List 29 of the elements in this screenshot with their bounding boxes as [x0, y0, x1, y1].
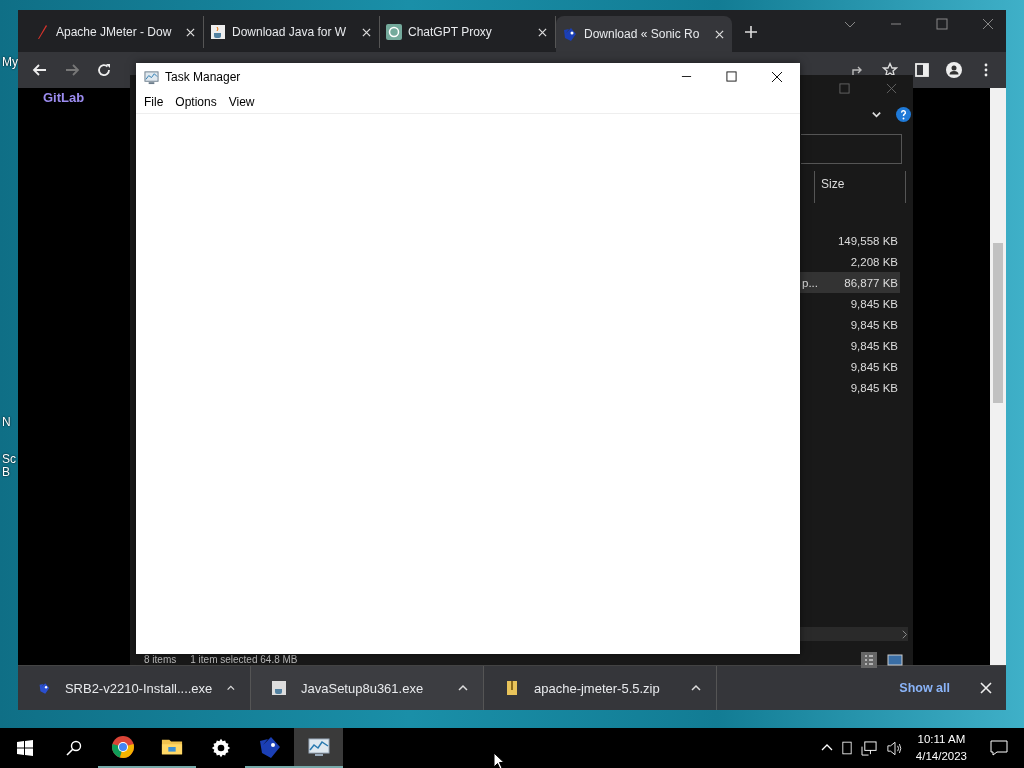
- menu-item[interactable]: Options: [175, 95, 217, 109]
- browser-tab[interactable]: ChatGPT Proxy: [380, 16, 556, 48]
- file-row[interactable]: 9,845 KB: [800, 356, 900, 377]
- desktop-icon-label[interactable]: Sc: [2, 452, 16, 466]
- browser-tab[interactable]: Apache JMeter - Dow: [28, 16, 204, 48]
- file-row[interactable]: 9,845 KB: [800, 293, 900, 314]
- page-link[interactable]: GitLab: [43, 90, 85, 105]
- file-row[interactable]: p... 86,877 KB: [800, 272, 900, 293]
- column-header[interactable]: Size: [821, 177, 845, 191]
- file-row[interactable]: 9,845 KB: [800, 314, 900, 335]
- status-text: 8 items: [144, 654, 177, 665]
- desktop-icon-label[interactable]: My: [2, 55, 18, 69]
- browser-tab[interactable]: Download « Sonic Ro: [556, 16, 732, 52]
- file-row[interactable]: 9,845 KB: [800, 335, 900, 356]
- show-all-link[interactable]: Show all: [899, 681, 950, 695]
- status-text: 1 item selected 64.8 MB: [190, 654, 298, 665]
- browser-tab[interactable]: Download Java for W: [204, 16, 380, 48]
- file-row[interactable]: 149,558 KB: [800, 230, 900, 251]
- desktop-icon-label[interactable]: N: [2, 415, 11, 429]
- file-row[interactable]: 2,208 KB: [800, 251, 900, 272]
- menu-item[interactable]: View: [228, 95, 255, 109]
- clock-time[interactable]: 10:11 AM: [917, 731, 966, 748]
- clock-date[interactable]: 4/14/2023: [915, 748, 967, 765]
- window-title: Task Manager: [165, 70, 241, 84]
- menu-item[interactable]: File: [144, 95, 164, 109]
- download-item[interactable]: apache-jmeter-5.5.zip: [484, 666, 717, 710]
- desktop-icon-label[interactable]: B: [2, 465, 10, 479]
- download-item[interactable]: JavaSetup8u361.exe: [251, 666, 484, 710]
- file-row[interactable]: 9,845 KB: [800, 377, 900, 398]
